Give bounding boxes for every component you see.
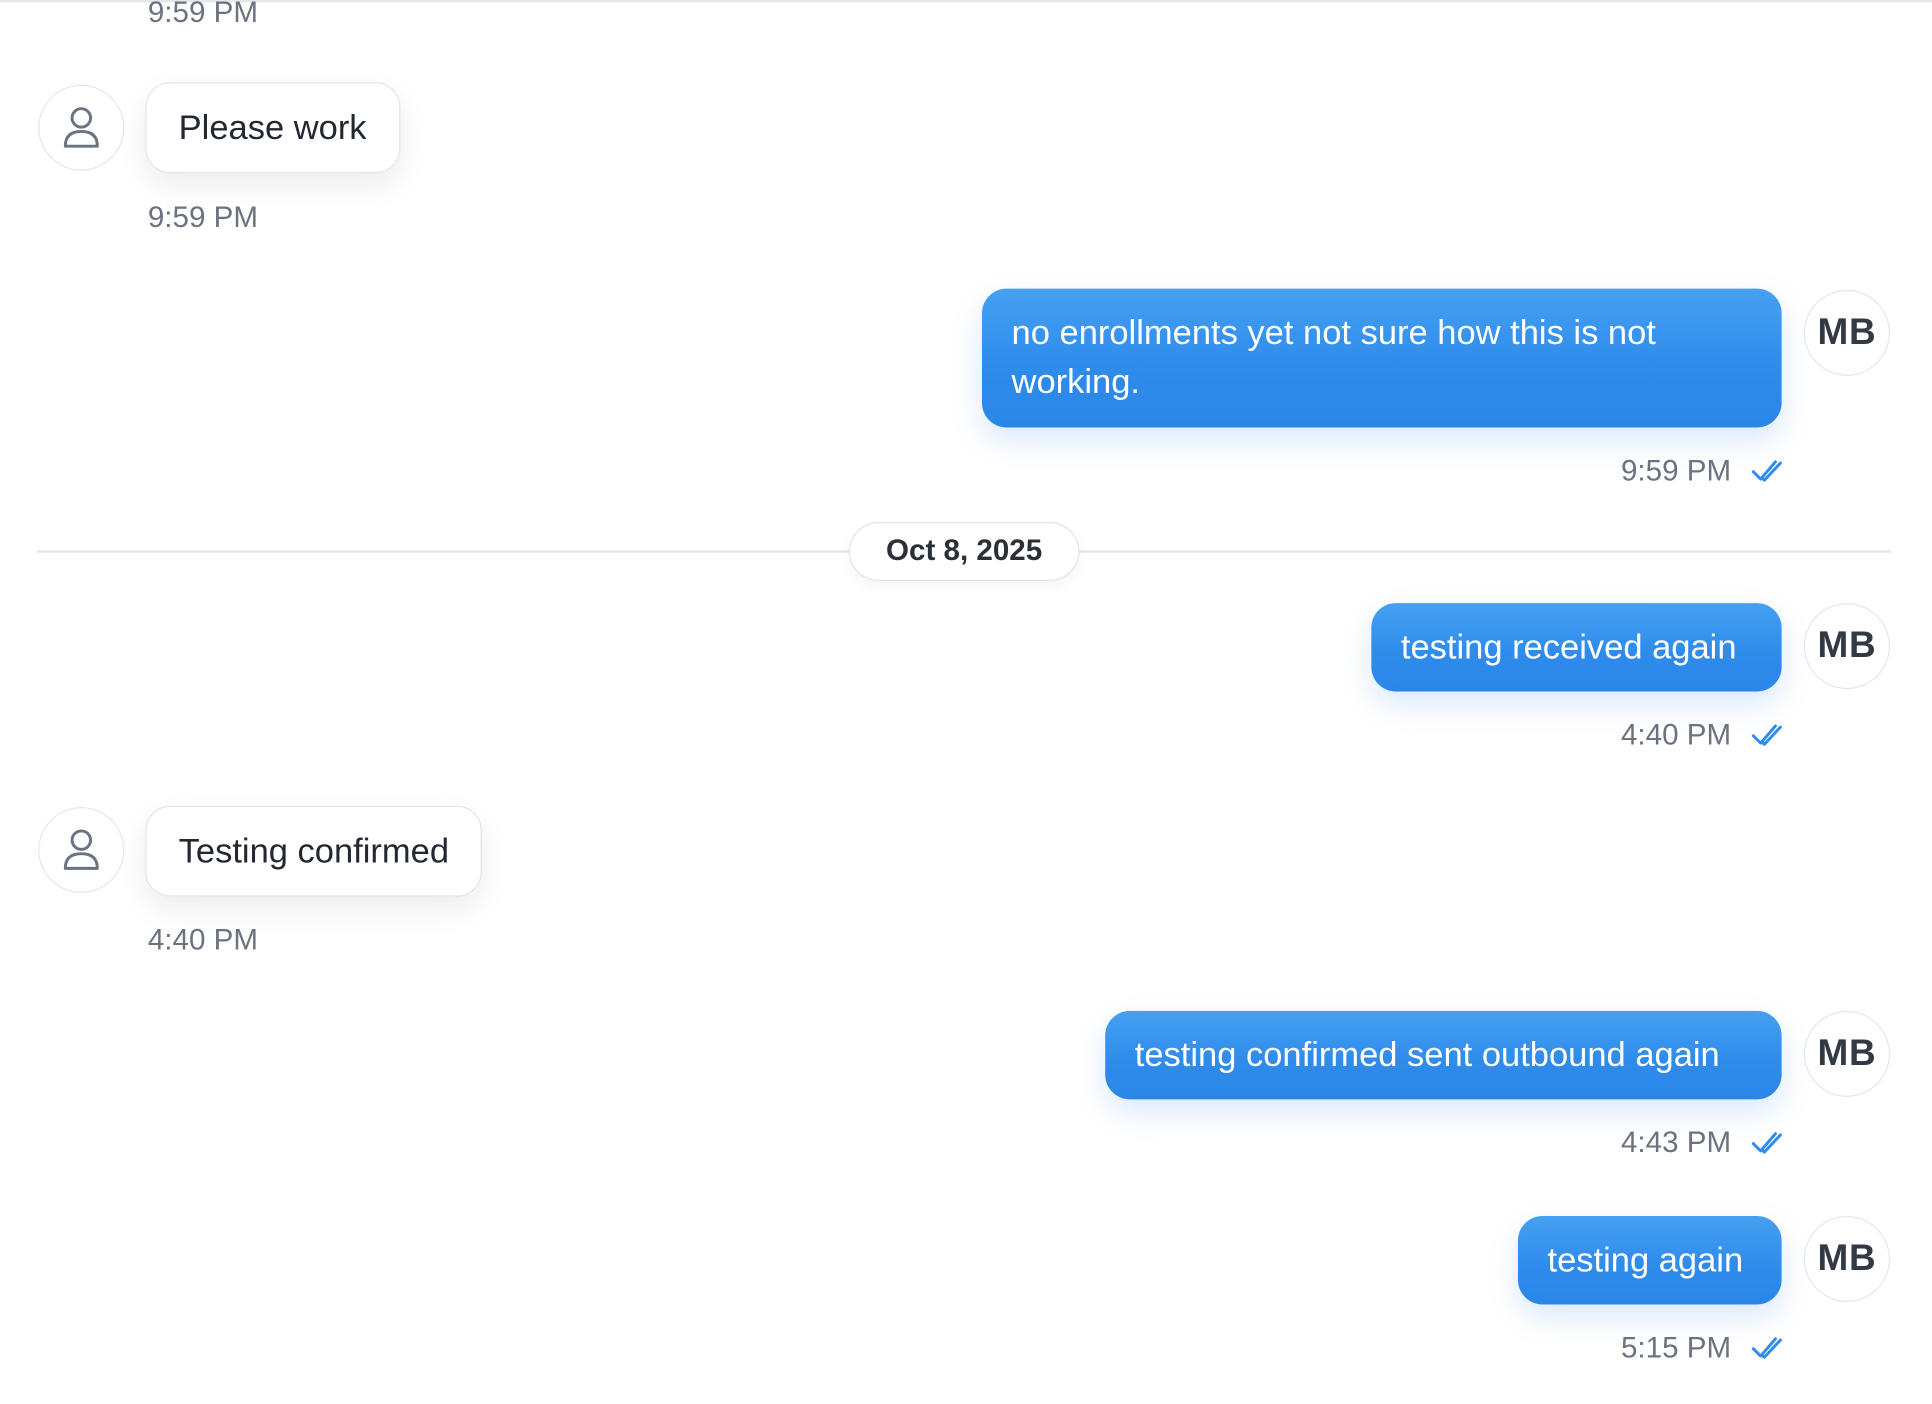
double-check-icon [1751,1132,1782,1154]
message-text: testing confirmed sent outbound again [1134,1035,1720,1074]
incoming-message-bubble[interactable]: Testing confirmed [145,805,483,897]
outgoing-message-bubble[interactable]: testing confirmed sent outbound again [1105,1010,1782,1100]
user-icon [63,829,99,870]
double-check-icon [1751,1337,1782,1359]
chat-thread[interactable]: 9:59 PM Please work 9:59 PM no enrollmen… [0,0,1932,1404]
message-text: Testing confirmed [178,831,450,870]
message-text: no enrollments yet not sure how this is … [1011,313,1656,401]
user-avatar[interactable]: MB [1803,1010,1891,1097]
message-text: testing received again [1400,627,1737,666]
message-meta: 9:59 PM [1621,454,1783,488]
message-time: 9:59 PM [147,0,258,30]
outgoing-message-bubble[interactable]: testing received again [1371,603,1782,692]
avatar-initials: MB [1817,625,1877,666]
message-time: 5:15 PM [1620,1331,1732,1365]
message-time: 4:43 PM [1620,1126,1732,1160]
message-time: 4:40 PM [1620,718,1732,752]
avatar-initials: MB [1817,1238,1877,1279]
contact-avatar[interactable] [38,806,125,893]
user-avatar[interactable]: MB [1803,1216,1891,1302]
user-icon [63,107,99,148]
message-text: testing again [1547,1240,1744,1279]
message-time: 4:40 PM [147,923,258,957]
user-avatar[interactable]: MB [1803,289,1891,376]
top-divider [0,0,1932,3]
message-meta: 4:43 PM [1621,1126,1783,1160]
user-avatar[interactable]: MB [1803,603,1891,690]
double-check-icon [1751,460,1782,482]
message-time: 9:59 PM [1620,454,1732,488]
avatar-initials: MB [1817,1033,1877,1074]
outgoing-message-bubble[interactable]: testing again [1517,1216,1782,1305]
avatar-initials: MB [1817,311,1877,353]
message-meta: 5:15 PM [1621,1331,1783,1365]
incoming-message-bubble[interactable]: Please work [145,82,400,174]
message-text: Please work [178,108,367,147]
date-separator: Oct 8, 2025 [848,522,1080,581]
outgoing-message-bubble[interactable]: no enrollments yet not sure how this is … [981,288,1782,428]
contact-avatar[interactable] [38,84,125,171]
message-time: 9:59 PM [147,201,258,235]
chat-scroll-area[interactable]: 9:59 PM Please work 9:59 PM no enrollmen… [0,0,1932,1404]
message-meta: 4:40 PM [1621,719,1783,753]
double-check-icon [1751,724,1782,746]
